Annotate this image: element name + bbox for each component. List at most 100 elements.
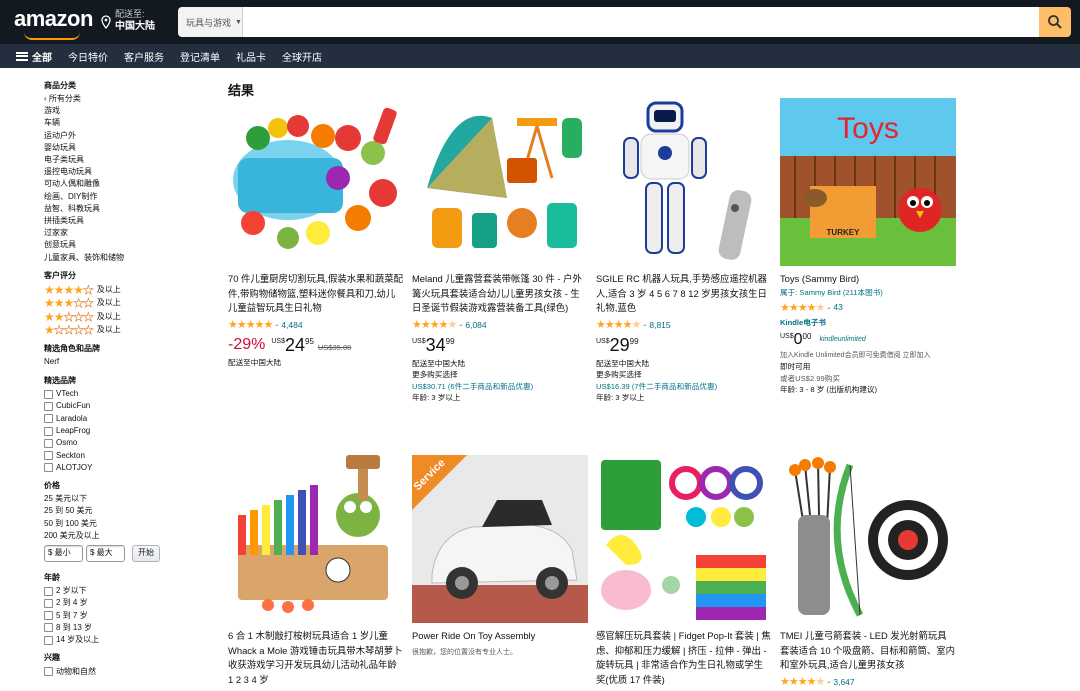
brand-checkbox[interactable]: LeapFrog [44, 425, 214, 437]
results-heading: 结果 [228, 83, 255, 98]
category-link[interactable]: 车辆 [44, 117, 214, 129]
age-checkbox[interactable]: 2 到 4 岁 [44, 597, 214, 609]
price-go-button[interactable]: 开始 [132, 544, 160, 562]
nav-registry[interactable]: 登记清单 [180, 49, 220, 64]
product-format[interactable]: Kindle电子书 [780, 317, 956, 329]
product-author[interactable]: 属于: Sammy Bird (211本图书) [780, 287, 956, 299]
category-link[interactable]: 过家家 [44, 227, 214, 239]
product-price[interactable]: US$ 34 99 [412, 335, 588, 355]
product-title[interactable]: Meland 儿童露营套装带帐篷 30 件 - 户外篝火玩具套装适合幼儿儿童男孩… [412, 272, 588, 316]
category-link[interactable]: 电子类玩具 [44, 154, 214, 166]
product-image[interactable] [596, 98, 772, 266]
product-card: Service Power Ride On Toy Assembly 很抱歉，您… [412, 455, 588, 658]
nav-todays-deals[interactable]: 今日特价 [68, 49, 108, 64]
min-price-input[interactable]: $ 最小 [44, 544, 83, 562]
category-link[interactable]: 遥控电动玩具 [44, 166, 214, 178]
brand-checkbox[interactable]: VTech [44, 388, 214, 400]
rating-filter-4[interactable]: ★★★★★ 及以上 [44, 283, 214, 297]
product-image[interactable] [780, 455, 956, 623]
list-price: US$35.00 [317, 342, 352, 352]
star-rating-icon: ★★★★★ [780, 301, 825, 314]
brand-checkbox[interactable]: ALOTJOY [44, 462, 214, 474]
sub-navbar: 全部 今日特价 客户服务 登记清单 礼品卡 全球开店 [0, 44, 1080, 68]
category-link[interactable]: 婴幼玩具 [44, 142, 214, 154]
product-image[interactable]: Service [412, 455, 588, 623]
product-image[interactable]: Toys TURKEY [780, 98, 956, 266]
star-rating-icon: ★★★★★ [44, 282, 94, 297]
price-heading: 价格 [44, 481, 60, 491]
max-price-input[interactable]: $ 最大 [86, 544, 125, 562]
category-link[interactable]: 绘画、DIY制作 [44, 191, 214, 203]
product-title[interactable]: TMEI 儿童弓箭套装 - LED 发光射箭玩具套装适合 10 个吸盘箭、目标和… [780, 629, 956, 673]
search-input[interactable] [243, 7, 1039, 37]
product-title[interactable]: 感官解压玩具套装 | Fidget Pop-It 套装 | 焦虑、抑郁和压力缓解… [596, 629, 772, 687]
product-price[interactable]: US$ 29 99 [596, 335, 772, 355]
all-categories-link[interactable]: ‹ 所有分类 [44, 93, 214, 105]
category-link[interactable]: 游戏 [44, 105, 214, 117]
price-range-link[interactable]: 200 美元及以上 [44, 530, 214, 542]
product-card: 感官解压玩具套装 | Fidget Pop-It 套装 | 焦虑、抑郁和压力缓解… [596, 455, 772, 687]
deliver-region: 中国大陆 [115, 21, 155, 32]
product-price[interactable]: -29% US$ 24 95 US$35.00 [228, 335, 404, 355]
more-options-link[interactable]: US$30.71 (6件二手商品和新品优惠) [412, 381, 588, 393]
age-checkbox[interactable]: 8 到 13 岁 [44, 622, 214, 634]
product-title[interactable]: Toys (Sammy Bird) [780, 272, 956, 287]
product-image[interactable] [412, 98, 588, 266]
product-price[interactable]: US$ 0 00 kindleunlimited [780, 330, 956, 350]
category-link[interactable]: 可动人偶和雕像 [44, 178, 214, 190]
price-range-link[interactable]: 25 到 50 美元 [44, 505, 214, 517]
product-title[interactable]: 70 件儿童厨房切割玩具,假装水果和蔬菜配件,带购物储物篮,塑料迷你餐具和刀,幼… [228, 272, 404, 316]
product-rating[interactable]: ★★★★★ ⌄ 6,084 [412, 319, 588, 331]
price-range-link[interactable]: 25 美元以下 [44, 493, 214, 505]
age-checkbox[interactable]: 5 到 7 岁 [44, 610, 214, 622]
rating-filter-3[interactable]: ★★★★★ 及以上 [44, 296, 214, 310]
category-link[interactable]: 运动户外 [44, 130, 214, 142]
category-link[interactable]: 创意玩具 [44, 239, 214, 251]
product-title[interactable]: 6 合 1 木制敲打桉树玩具适合 1 岁儿童 Whack a Mole 游戏锤击… [228, 629, 404, 687]
deliver-to-location[interactable]: 配送至: 中国大陆 [100, 9, 155, 33]
brand-checkbox[interactable]: Osmo [44, 437, 214, 449]
rating-filter-1[interactable]: ★★★★★ 及以上 [44, 323, 214, 337]
category-link[interactable]: 儿童家具、装饰和储物 [44, 252, 214, 264]
more-options-link[interactable]: US$16.39 (7件二手商品和新品优惠) [596, 381, 772, 393]
location-pin-icon [101, 15, 111, 29]
top-navbar: amazon 配送至: 中国大陆 玩具与游戏 ▼ [0, 0, 1080, 44]
filter-sidebar: 商品分类 ‹ 所有分类 游戏 车辆 运动户外 婴幼玩具 电子类玩具 遥控电动玩具… [44, 80, 214, 678]
product-rating[interactable]: ★★★★★ ⌄ 4,484 [228, 319, 404, 331]
buy-price-note[interactable]: 或者US$2.99购买 [780, 373, 956, 385]
search-button[interactable] [1039, 7, 1071, 37]
nav-sell[interactable]: 全球开店 [282, 49, 322, 64]
product-image[interactable] [228, 98, 404, 266]
amazon-logo[interactable]: amazon [14, 6, 93, 40]
star-rating-icon: ★★★★★ [780, 676, 825, 688]
product-title[interactable]: SGILE RC 机器人玩具,手势感应遥控机器人,适合 3 岁 4 5 6 7 … [596, 272, 772, 316]
category-link[interactable]: 益智、科教玩具 [44, 203, 214, 215]
age-checkbox[interactable]: 14 岁及以上 [44, 634, 214, 646]
product-card: 70 件儿童厨房切割玩具,假装水果和蔬菜配件,带购物储物篮,塑料迷你餐具和刀,幼… [228, 98, 404, 368]
kindle-unlimited-note[interactable]: 加入Kindle Unlimited会员即可免费借阅 立即加入 [780, 350, 956, 362]
product-image[interactable] [596, 455, 772, 623]
product-image[interactable] [228, 455, 404, 623]
chevron-down-icon: ⌄ [826, 679, 832, 685]
interest-checkbox[interactable]: 动物和自然 [44, 665, 214, 677]
brand-checkbox[interactable]: Laradola [44, 413, 214, 425]
product-rating[interactable]: ★★★★★ ⌄ 3,647 [780, 676, 956, 688]
price-range-link[interactable]: 50 到 100 美元 [44, 518, 214, 530]
nav-all-menu[interactable]: 全部 [16, 49, 52, 64]
star-rating-icon: ★★★★★ [596, 319, 641, 331]
nav-customer-service[interactable]: 客户服务 [124, 49, 164, 64]
brand-checkbox[interactable]: Seckton [44, 450, 214, 462]
shipping-note: 配送至中国大陆 [412, 358, 466, 368]
age-checkbox[interactable]: 2 岁以下 [44, 585, 214, 597]
product-rating[interactable]: ★★★★★ ⌄ 43 [780, 301, 956, 314]
product-card: SGILE RC 机器人玩具,手势感应遥控机器人,适合 3 岁 4 5 6 7 … [596, 98, 772, 404]
brand-checkbox[interactable]: CubicFun [44, 400, 214, 412]
category-link[interactable]: 拼插类玩具 [44, 215, 214, 227]
character-link[interactable]: Nerf [44, 356, 214, 368]
rating-filter-2[interactable]: ★★★★★ 及以上 [44, 310, 214, 324]
product-rating[interactable]: ★★★★★ ⌄ 8,815 [596, 319, 772, 331]
search-category-select[interactable]: 玩具与游戏 ▼ [178, 7, 243, 37]
product-title[interactable]: Power Ride On Toy Assembly [412, 629, 588, 644]
nav-gift-cards[interactable]: 礼品卡 [236, 49, 266, 64]
deliver-label: 配送至: [115, 9, 145, 19]
